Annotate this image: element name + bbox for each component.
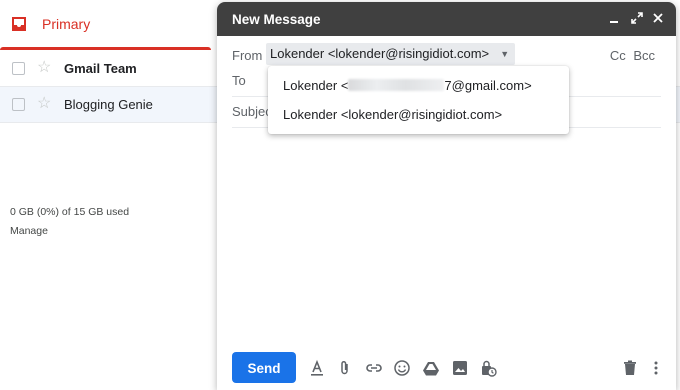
cc-bcc: Cc Bcc [606,48,655,63]
trash-icon[interactable] [621,359,639,377]
star-icon[interactable]: ☆ [37,58,51,78]
emoji-icon[interactable] [393,359,411,377]
from-option-suffix: 7@gmail.com> [444,78,532,93]
photo-icon[interactable] [451,359,469,377]
attach-icon[interactable] [336,359,354,377]
redacted-email [348,79,445,91]
more-icon[interactable] [647,359,665,377]
bcc-link[interactable]: Bcc [633,48,655,63]
select-checkbox[interactable] [12,98,25,111]
from-option[interactable]: Lokender <lokender@risingidiot.com> [283,107,502,122]
sender-name: Blogging Genie [64,97,153,112]
tab-primary-label: Primary [42,16,91,32]
send-button[interactable]: Send [232,352,296,383]
from-value: Lokender <lokender@risingidiot.com> [270,46,490,61]
format-text-icon[interactable] [308,359,326,377]
manage-link[interactable]: Manage [10,225,48,237]
from-select[interactable]: Lokender <lokender@risingidiot.com> ▼ [266,43,516,65]
star-icon[interactable]: ☆ [37,94,51,114]
cc-link[interactable]: Cc [610,48,626,63]
compose-header[interactable]: New Message [217,2,676,36]
close-icon[interactable] [649,9,667,27]
drive-icon[interactable] [422,359,440,377]
select-checkbox[interactable] [12,62,25,75]
from-row: From Lokender <lokender@risingidiot.com>… [217,36,676,70]
link-icon[interactable] [365,359,383,377]
expand-icon[interactable] [628,9,646,27]
from-dropdown-menu: Lokender < 7@gmail.com> Lokender <lokende… [268,66,569,134]
chevron-down-icon: ▼ [500,49,510,59]
from-label: From [232,48,263,63]
from-option-prefix: Lokender < [283,78,349,93]
compose-window: New Message From Lokender <lokender@risi… [217,2,676,390]
to-label: To [232,73,246,88]
sender-name: Gmail Team [64,61,137,76]
tab-underline [0,47,211,50]
from-option[interactable]: Lokender < 7@gmail.com> [283,78,532,93]
tab-primary[interactable]: Primary [0,0,211,50]
storage-usage: 0 GB (0%) of 15 GB used [10,206,130,218]
minimize-icon[interactable] [605,9,623,27]
confidential-icon[interactable] [479,359,497,377]
inbox-icon [10,15,28,33]
compose-title: New Message [232,12,321,27]
compose-toolbar: Send [217,348,676,388]
